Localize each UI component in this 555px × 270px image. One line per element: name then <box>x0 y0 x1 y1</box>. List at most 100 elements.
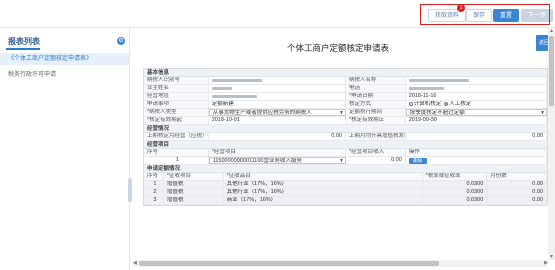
quota-form: 基本信息 纳税人识别号 纳税人名称 业主姓名 电话 经营地址 *申请日期 201… <box>143 68 548 206</box>
field-label: 业主姓名 <box>144 85 209 92</box>
tax-rate-cell: 0.0300 <box>423 197 488 204</box>
form-row: 申请事项 定额新建 核定方式 计算机核定 人工核定 <box>144 101 548 109</box>
scroll-thumb[interactable] <box>139 261 439 266</box>
field-label: 纳税人识别号 <box>144 77 209 84</box>
radio-computer[interactable] <box>408 102 413 106</box>
horizontal-scrollbar[interactable]: ◀ ▶ <box>133 260 548 267</box>
main-content: 个体工商户定额核定申请表 返回 基本信息 纳税人识别号 纳税人名称 业主姓名 电… <box>133 28 555 270</box>
apply-date-value[interactable]: 2018-11-16 <box>406 93 548 100</box>
month-invoice-value: 0.00 <box>406 133 547 140</box>
radio-computer-label: 计算机核定 <box>413 101 442 107</box>
sidebar-item-quota-form[interactable]: 《个体工商户定额核定申请表》 <box>0 53 129 65</box>
apply-type-value: 定额新建 <box>209 101 346 108</box>
radio-manual-label: 人工核定 <box>449 101 472 107</box>
sidebar-collapse-handle[interactable] <box>128 178 132 202</box>
row-actions: 删除 <box>406 157 547 164</box>
vertical-scrollbar[interactable]: ▲ ▼ <box>548 28 555 260</box>
sidebar-item-tax-permit[interactable]: 税务行政许可申请 <box>0 69 129 81</box>
field-label: 纳税人名称 <box>346 77 406 84</box>
end-date-value[interactable]: 2019-09-30 <box>406 117 548 124</box>
section-business: 经营情况 <box>144 125 547 133</box>
form-row: 上期核定月经营（应税）额 0.00 上期月均开具增值税发票金额 0.00 <box>144 133 547 141</box>
business-item-select[interactable]: 11500000000011100营业务收入服务 ▼ <box>208 157 346 164</box>
top-toolbar: 获取资料 保存 重置 下一步 1 <box>0 0 555 28</box>
row-seq: 1 <box>144 157 209 164</box>
tax-sub-cell: 其他行业（17%，16%） <box>224 189 423 196</box>
radio-manual[interactable] <box>444 102 449 106</box>
delete-row-button[interactable]: 删除 <box>408 157 427 164</box>
scroll-thumb[interactable] <box>549 36 554 106</box>
chevron-down-icon: ▼ <box>540 110 545 116</box>
row-seq: 2 <box>144 189 164 196</box>
scroll-left-icon[interactable]: ◀ <box>133 260 137 266</box>
column-header: *税率或征收率 <box>422 173 488 180</box>
form-row: 纳税人识别号 纳税人名称 <box>144 77 548 85</box>
form-row: 经营地址 *申请日期 2018-11-16 <box>144 93 548 101</box>
address-value <box>209 93 346 100</box>
field-label: 上期月均开具增值税发票金额 <box>346 133 406 140</box>
form-row: 业主姓名 电话 <box>144 85 548 93</box>
row-seq: 1 <box>144 181 164 188</box>
taxpayer-id-value <box>209 77 346 84</box>
table-row: 3 增值税 商业（17%，16%） 0.0300 0.00 <box>144 197 547 205</box>
field-label: *纳税人类型 <box>144 109 209 116</box>
scroll-right-icon[interactable]: ▶ <box>544 260 548 266</box>
tax-sub-cell: 商业（17%，16%） <box>224 197 423 204</box>
form-row: *纳税人类型 从事货物生产或者提供应税劳务的纳税人 ▼ 定额执行期间 按季度核定不… <box>144 109 547 117</box>
business-item-value: 11500000000011100营业务收入服务 <box>212 158 302 164</box>
tax-type-cell: 增值税 <box>164 189 224 196</box>
sidebar-title: 报表列表 <box>8 37 40 46</box>
section-tax: 申请定额情况 <box>144 165 547 173</box>
highlight-box <box>420 4 550 25</box>
column-header: 月份数 <box>487 173 547 180</box>
tax-type-cell: 增值税 <box>164 197 224 204</box>
form-row: *核定有效期起 2018-10-01 *核定有效期止 2019-09-30 <box>144 117 548 125</box>
column-header: 序号 <box>144 149 209 156</box>
field-label: 核定方式 <box>346 101 406 108</box>
field-label: *申请日期 <box>346 93 406 100</box>
taxpayer-type-select[interactable]: 从事货物生产或者提供应税劳务的纳税人 ▼ <box>208 109 346 116</box>
gear-icon[interactable]: ⚙ <box>117 37 125 45</box>
scroll-up-icon[interactable]: ▲ <box>549 28 554 34</box>
period-type-value: 按季度核定不超过定额 <box>409 110 465 116</box>
section-basic: 基本信息 <box>144 69 547 77</box>
item-amount-input[interactable]: 0.00 <box>346 157 406 164</box>
table-header: 序号 *征收项目 *征收品目 *税率或征收率 月份数 <box>144 173 547 181</box>
tax-rate-cell: 0.0300 <box>423 181 488 188</box>
tax-rate-cell: 0.0300 <box>423 189 488 196</box>
tax-month-cell: 0.00 <box>487 197 547 204</box>
start-date-value[interactable]: 2018-10-01 <box>209 117 346 124</box>
table-header: 序号 *经营项目 *经营项目收入 操作 <box>144 149 548 157</box>
field-label: 经营地址 <box>144 93 209 100</box>
row-seq: 3 <box>144 197 164 204</box>
sidebar-title-underline <box>6 48 40 50</box>
tax-sub-cell: 其他行业（17%，16%） <box>224 181 423 188</box>
tax-month-cell: 0.00 <box>487 181 547 188</box>
taxpayer-name-value <box>406 77 548 84</box>
table-row: 2 增值税 其他行业（17%，16%） 0.0300 0.00 <box>144 189 547 197</box>
notification-badge: 1 <box>457 4 465 12</box>
phone-value <box>406 85 548 92</box>
table-row: 1 增值税 其他行业（17%，16%） 0.0300 0.00 <box>144 181 547 189</box>
field-label: *核定有效期止 <box>346 117 406 124</box>
column-header: *征收项目 <box>163 173 224 180</box>
scroll-down-icon[interactable]: ▼ <box>549 254 554 260</box>
field-label: 申请事项 <box>144 101 209 108</box>
period-type-select[interactable]: 按季度核定不超过定额 ▼ <box>405 109 547 116</box>
taxpayer-type-value: 从事货物生产或者提供应税劳务的纳税人 <box>212 110 312 116</box>
method-radio-group: 计算机核定 人工核定 <box>406 101 548 108</box>
column-header: *经营项目收入 <box>346 149 406 156</box>
prev-amount-value: 0.00 <box>209 133 346 140</box>
page-title: 个体工商户定额核定申请表 <box>286 43 389 53</box>
report-sidebar: 报表列表 ⚙ 《个体工商户定额核定申请表》 税务行政许可申请 <box>0 28 132 270</box>
field-label: 定额执行期间 <box>346 109 406 116</box>
owner-value <box>209 85 346 92</box>
column-header: *征收品目 <box>223 173 423 180</box>
column-header: 操作 <box>405 149 548 156</box>
field-label: 上期核定月经营（应税）额 <box>144 133 209 140</box>
column-header: *经营项目 <box>208 149 346 156</box>
section-items: 经营项目 <box>144 141 547 149</box>
tax-type-cell: 增值税 <box>164 181 224 188</box>
tax-month-cell: 0.00 <box>487 189 547 196</box>
field-label: 电话 <box>346 85 406 92</box>
